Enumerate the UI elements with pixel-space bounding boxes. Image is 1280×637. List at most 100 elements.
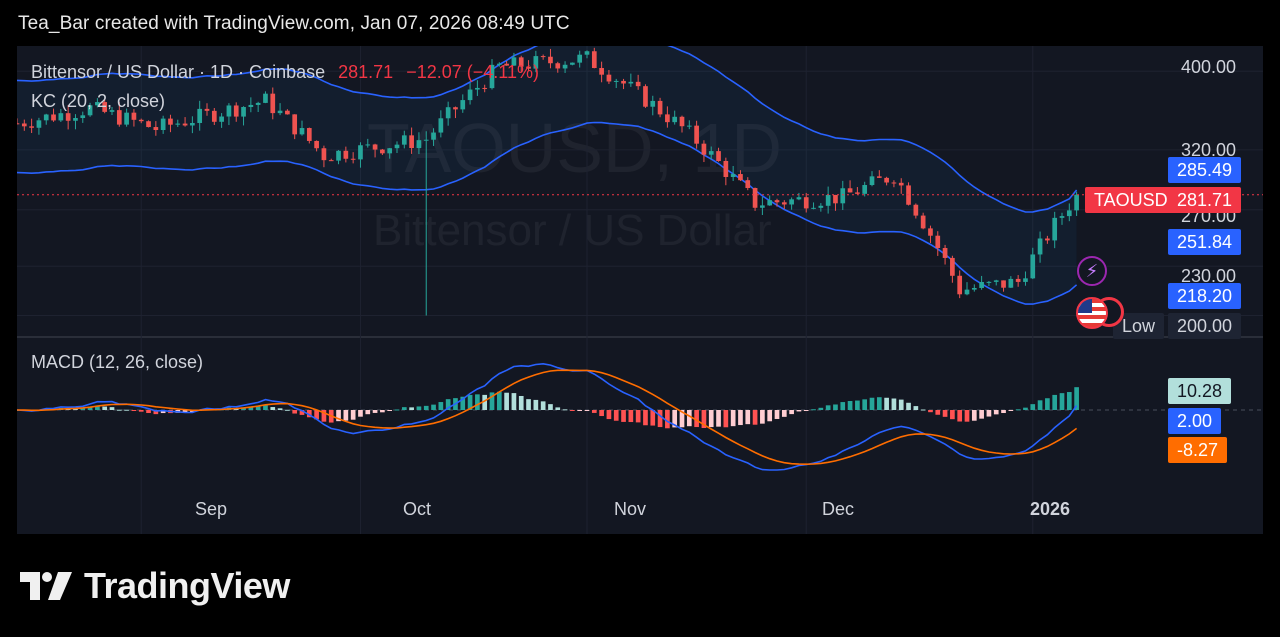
candle-body (650, 100, 656, 107)
candle-body (36, 120, 42, 128)
candle-body (738, 174, 743, 181)
macd-histogram-bar (752, 410, 758, 425)
macd-histogram-bar (811, 409, 816, 411)
candle-body (708, 151, 714, 155)
candle-body (124, 112, 129, 125)
candle-body (679, 116, 685, 127)
candle-body (774, 200, 780, 203)
candle-body (796, 197, 802, 200)
macd-histogram-bar (657, 410, 663, 428)
candle-body (694, 125, 699, 144)
macd-histogram-bar (862, 399, 868, 410)
macd-histogram-bar (416, 406, 422, 410)
candle-body (723, 160, 729, 177)
candle-body (818, 205, 824, 208)
candle-body (1066, 210, 1072, 217)
macd-histogram-bar (913, 406, 919, 410)
macd-histogram-bar (102, 406, 108, 410)
candle-body (328, 160, 334, 162)
chart-frame[interactable]: TAOUSD, 1D Bittensor / US Dollar Bittens… (17, 46, 1263, 534)
candle-body (686, 125, 692, 127)
macd-histogram-bar (116, 409, 122, 411)
price-and-macd-chart[interactable] (17, 46, 1263, 534)
macd-histogram-bar (613, 410, 619, 421)
macd-histogram-bar (884, 397, 889, 410)
macd-histogram-bar (847, 401, 853, 410)
candle-body (372, 144, 378, 150)
price-pane (17, 46, 1263, 316)
candle-body (752, 188, 758, 208)
candle-body (672, 116, 678, 123)
candle-body (460, 100, 466, 110)
candle-body (168, 118, 173, 125)
candle-body (219, 116, 224, 122)
macd-histogram-bar (423, 405, 429, 410)
candle-body (197, 108, 203, 123)
macd-histogram-bar (774, 410, 780, 419)
macd-histogram-bar (409, 407, 414, 410)
macd-histogram-bar (869, 397, 875, 410)
legend-macd: MACD (12, 26, close) (31, 352, 204, 372)
candle-body (862, 185, 868, 194)
candle-body (993, 280, 999, 282)
macd-histogram-bar (1001, 410, 1006, 414)
candle-body (1001, 280, 1006, 288)
candle-body (467, 89, 473, 101)
candle-down (957, 270, 963, 299)
candle-body (80, 115, 86, 119)
candle-body (584, 51, 590, 55)
candle-body (570, 62, 575, 65)
candle-body (58, 113, 64, 121)
macd-histogram-bar (401, 407, 407, 410)
us-flag-icon[interactable] (1076, 297, 1108, 329)
candle-body (314, 140, 319, 149)
candle-body (986, 281, 992, 283)
macd-histogram-bar (716, 410, 721, 427)
tradingview-logo[interactable]: TradingView (20, 565, 290, 607)
candle-body (1023, 278, 1028, 282)
keltner-band-fill (17, 46, 1077, 305)
candle-body (1052, 217, 1058, 241)
candle-body (438, 118, 444, 133)
candle-body (138, 119, 144, 122)
macd-line (17, 362, 1078, 471)
macd-histogram-bar (767, 410, 773, 422)
candle-body (833, 194, 838, 204)
macd-histogram-bar (584, 410, 590, 411)
candle-body (131, 112, 137, 120)
macd-histogram-bar (475, 394, 480, 410)
candle-body (263, 93, 268, 103)
candle-body (146, 121, 151, 128)
legend-symbol: Bittensor / US Dollar · 1D · Coinbase (31, 62, 326, 82)
macd-histogram-bar (138, 410, 144, 412)
candle-body (730, 174, 736, 177)
candle-body (635, 81, 641, 87)
macd-histogram-bar (504, 392, 509, 410)
time-tick-nov: Nov (614, 499, 647, 519)
kc-middle-tag: 251.84 (1168, 229, 1242, 255)
tradingview-brand-text: TradingView (84, 565, 290, 606)
candle-body (423, 139, 429, 141)
macd-histogram-bar (431, 404, 436, 410)
macd-histogram-bar (708, 410, 714, 428)
candle-body (153, 127, 159, 131)
macd-histogram-bar (833, 404, 838, 410)
lightning-event-icon[interactable]: ⚡ (1077, 256, 1107, 286)
candle-body (277, 110, 283, 114)
candle-body (270, 93, 276, 114)
macd-histogram-bar (1015, 409, 1021, 411)
candle-body (387, 148, 393, 154)
candle-body (606, 74, 612, 82)
candle-body (51, 114, 56, 121)
candle-body (29, 126, 34, 128)
macd-histogram-bar (526, 399, 531, 410)
macd-histogram-bar (1059, 393, 1065, 410)
macd-histogram-bar (1030, 404, 1036, 410)
macd-histogram-bar (277, 408, 283, 410)
macd-histogram-bar (789, 410, 794, 415)
macd-histogram-bar (358, 410, 363, 417)
macd-pane (17, 362, 1263, 471)
macd-histogram-bar (643, 410, 648, 426)
time-tick-oct: Oct (403, 499, 432, 519)
macd-histogram-bar (979, 410, 984, 419)
